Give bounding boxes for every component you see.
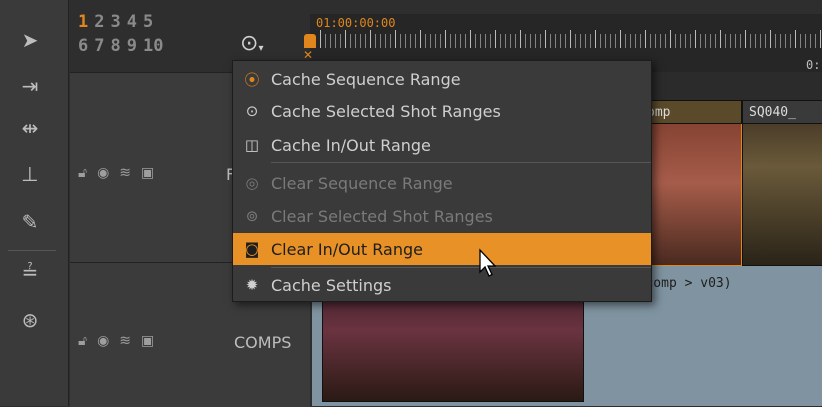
clear-inout-icon: ◙ [244, 240, 260, 258]
track-number-1[interactable]: 1 [78, 12, 88, 32]
clear-sequence-icon: ◎ [245, 174, 259, 192]
pointer-select-icon[interactable]: ➤ [10, 26, 50, 54]
menu-item-cache-inout-range[interactable]: ◫ Cache In/Out Range [233, 129, 651, 161]
cache-dropdown-button[interactable]: ⊙ ▾ [240, 28, 278, 58]
clip-thumbnail[interactable] [640, 100, 742, 266]
timecode-display: 01:00:00:00 [316, 16, 396, 30]
clip-label: SQ040_ [749, 105, 796, 120]
tool-strip: ➤ ⇥ ⇹ ⊥ ✎ ≟ ⊛ [0, 0, 69, 406]
eye-icon[interactable]: ◉ [97, 165, 109, 181]
menu-item-label: Clear In/Out Range [271, 239, 423, 259]
ripple-trim-icon[interactable]: ⊥ [10, 160, 50, 188]
slip-icon[interactable]: ⇹ [10, 114, 50, 142]
ruler-time-label: 0: [806, 58, 821, 72]
lock-icon[interactable]: 🔓︎ [78, 165, 87, 181]
cache-inout-icon: ◫ [244, 136, 260, 154]
track-number-4[interactable]: 4 [127, 12, 137, 32]
menu-item-label: Cache Sequence Range [271, 69, 461, 89]
clip-header: SQ040_ [742, 100, 822, 124]
menu-item-clear-sequence-range: ◎ Clear Sequence Range [233, 167, 651, 199]
layers-icon[interactable]: ≋ [119, 333, 131, 349]
cache-shots-icon: ⊙ [245, 102, 259, 120]
track-number-3[interactable]: 3 [111, 12, 121, 32]
menu-item-cache-settings[interactable]: ✹ Cache Settings [233, 269, 651, 301]
monitor-icon[interactable]: ▣ [141, 165, 154, 181]
tool-divider [8, 250, 56, 251]
track-number-7[interactable]: 7 [94, 36, 104, 56]
clip-header: omp [640, 100, 742, 124]
track-number-8[interactable]: 8 [111, 36, 121, 56]
track-number-grid: 1 2 3 4 5 6 7 8 9 10 [78, 10, 228, 62]
track-number-2[interactable]: 2 [94, 12, 104, 32]
menu-item-label: Clear Sequence Range [271, 173, 453, 193]
mouse-cursor-icon [479, 248, 497, 277]
menu-item-clear-inout-range[interactable]: ◙ Clear In/Out Range [233, 233, 651, 265]
menu-item-label: Clear Selected Shot Ranges [271, 206, 493, 226]
cache-sequence-icon: ⦿ [244, 70, 260, 89]
lock-icon[interactable]: 🔓︎ [78, 333, 87, 349]
track-number-10[interactable]: 10 [143, 36, 163, 56]
zoom-icon[interactable]: ⊛ [10, 306, 50, 334]
cache-icon: ⊙ [240, 30, 259, 56]
clip-thumbnail[interactable] [742, 100, 822, 266]
razor-icon[interactable]: ✎ [10, 208, 50, 236]
eye-icon[interactable]: ◉ [97, 333, 109, 349]
menu-item-clear-selected-shot-ranges: ⊚ Clear Selected Shot Ranges [233, 200, 651, 232]
track-number-9[interactable]: 9 [127, 36, 137, 56]
snap-icon[interactable]: ≟ [10, 258, 50, 286]
move-right-icon[interactable]: ⇥ [10, 72, 50, 100]
layers-icon[interactable]: ≋ [119, 165, 131, 181]
menu-separator [271, 162, 651, 163]
menu-item-cache-selected-shot-ranges[interactable]: ⊙ Cache Selected Shot Ranges [233, 95, 651, 127]
menu-separator [271, 267, 651, 268]
menu-item-label: Cache Settings [271, 275, 392, 295]
monitor-icon[interactable]: ▣ [141, 333, 154, 349]
track-number-5[interactable]: 5 [143, 12, 153, 32]
clear-shots-icon: ⊚ [245, 207, 259, 225]
ruler-major-ticks [320, 30, 822, 48]
playhead-marker[interactable] [304, 34, 316, 48]
menu-item-label: Cache In/Out Range [271, 135, 431, 155]
gear-icon: ✹ [245, 276, 259, 294]
menu-item-label: Cache Selected Shot Ranges [271, 101, 501, 121]
track-name: COMPS [234, 333, 292, 352]
track-number-6[interactable]: 6 [78, 36, 88, 56]
cache-menu: ⦿ Cache Sequence Range ⊙ Cache Selected … [232, 60, 652, 302]
chevron-down-icon: ▾ [258, 42, 264, 54]
menu-item-cache-sequence-range[interactable]: ⦿ Cache Sequence Range [233, 63, 651, 95]
